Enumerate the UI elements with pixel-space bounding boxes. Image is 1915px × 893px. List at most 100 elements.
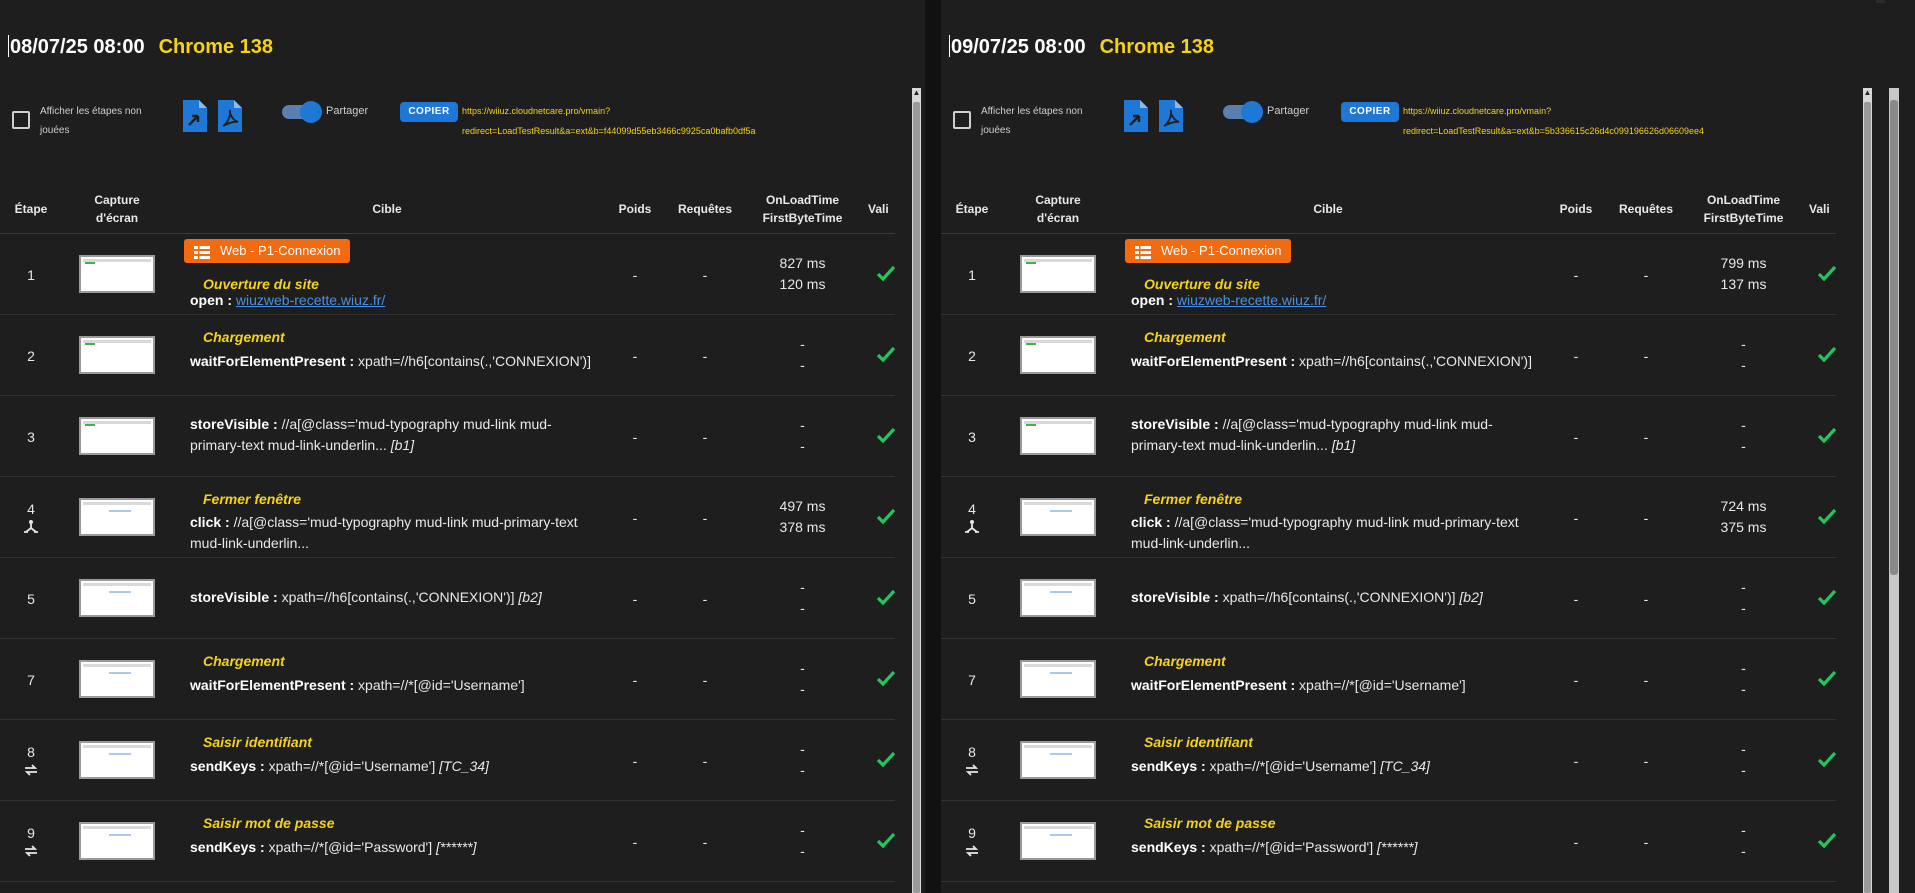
col-screenshot[interactable]: Capture d'écran [1020, 191, 1096, 227]
onload-time: - [800, 741, 805, 757]
step-title: Fermer fenêtre [203, 491, 302, 507]
panel-scrollbar-thumb[interactable] [913, 102, 920, 893]
target-link[interactable]: wiuzweb-recette.wiuz.fr/ [1177, 292, 1326, 308]
copy-button[interactable]: COPIER [400, 102, 458, 122]
screenshot-thumbnail[interactable] [1020, 741, 1096, 779]
col-firstbyte: FirstByteTime [762, 211, 843, 225]
share-toggle-knob[interactable] [1241, 101, 1263, 123]
check-icon [876, 506, 896, 526]
screenshot-thumbnail[interactable] [1020, 417, 1096, 455]
share-toggle[interactable] [282, 101, 322, 123]
table-row[interactable]: 7 Chargement waitForElementPresent : xpat… [0, 639, 896, 720]
thumbnail-content [1026, 343, 1036, 345]
share-url[interactable]: https://wiiuz.cloudnetcare.pro/vmain? re… [1403, 101, 1704, 141]
thumbnail-content [109, 510, 131, 512]
table-row[interactable]: 7 Chargement waitForElementPresent : xpat… [941, 639, 1837, 720]
copy-button[interactable]: COPIER [1341, 102, 1399, 122]
panel-scrollbar[interactable]: ▲ [912, 88, 921, 893]
col-weight[interactable]: Poids [610, 200, 660, 218]
step-command: waitForElementPresent : xpath=//*[@id='U… [190, 675, 600, 696]
col-screenshot[interactable]: Capture d'écran [79, 191, 155, 227]
screenshot-thumbnail[interactable] [1020, 255, 1096, 293]
pdf-icon[interactable] [215, 99, 245, 133]
file-export-icon[interactable] [1121, 99, 1151, 133]
share-toggle[interactable] [1223, 101, 1263, 123]
target-link[interactable]: wiuzweb-recette.wiuz.fr/ [236, 292, 385, 308]
requests-value: - [1643, 591, 1649, 607]
table-row[interactable]: 2 Chargement waitForElementPresent : xpat… [941, 315, 1837, 396]
thumbnail-content [1050, 834, 1072, 836]
scroll-up-arrow-icon[interactable]: ▲ [912, 88, 921, 97]
share-toggle-knob[interactable] [300, 101, 322, 123]
table-row[interactable]: 9 Saisir mot de passe sendKeys : xpath=//… [0, 801, 896, 882]
table-row[interactable]: 5 storeVisible : xpath=//h6[contains(.,'… [941, 558, 1837, 639]
share-url[interactable]: https://wiiuz.cloudnetcare.pro/vmain? re… [462, 101, 755, 141]
page-scrollbar-thumb[interactable] [1890, 100, 1898, 575]
screenshot-thumbnail[interactable] [1020, 822, 1096, 860]
screenshot-thumbnail[interactable] [1020, 579, 1096, 617]
requests-value: - [702, 429, 708, 445]
screenshot-thumbnail[interactable] [79, 498, 155, 536]
table-row[interactable]: 4 Fermer fenêtre click : //a[@class='mud-… [0, 477, 896, 558]
table-row[interactable]: 8 Saisir identifiant sendKeys : xpath=//*… [941, 720, 1837, 801]
test-group-badge[interactable]: Web - P1-Connexion [184, 239, 351, 263]
col-step[interactable]: Étape [0, 200, 62, 218]
screenshot-thumbnail[interactable] [79, 417, 155, 455]
table-row[interactable]: 3 storeVisible : //a[@class='mud-typogra… [941, 396, 1837, 477]
thumbnail-content [85, 343, 95, 345]
table-row[interactable]: 1 Web - P1-Connexion Ouverture du site ope… [0, 234, 896, 315]
col-valid[interactable]: Vali [1809, 200, 1839, 218]
col-requests[interactable]: Requêtes [670, 200, 740, 218]
table-row[interactable]: 8 Saisir identifiant sendKeys : xpath=//*… [0, 720, 896, 801]
test-group-label: Web - P1-Connexion [1161, 243, 1282, 258]
col-target[interactable]: Cible [182, 200, 592, 218]
col-target[interactable]: Cible [1123, 200, 1533, 218]
screenshot-thumbnail[interactable] [1020, 498, 1096, 536]
col-step[interactable]: Étape [941, 200, 1003, 218]
panel-scrollbar-thumb[interactable] [1864, 102, 1871, 893]
show-unplayed-checkbox[interactable] [953, 111, 971, 129]
pdf-icon[interactable] [1156, 99, 1186, 133]
check-icon [1817, 830, 1837, 850]
show-unplayed-checkbox[interactable] [12, 111, 30, 129]
screenshot-thumbnail[interactable] [79, 579, 155, 617]
command-argument: xpath=//h6[contains(.,'CONNEXION')] [1222, 589, 1456, 605]
screenshot-thumbnail[interactable] [79, 822, 155, 860]
col-requests[interactable]: Requêtes [1611, 200, 1681, 218]
scroll-up-arrow-icon[interactable]: ▲ [1863, 88, 1872, 97]
table-row[interactable]: 5 storeVisible : xpath=//h6[contains(.,'… [0, 558, 896, 639]
table-row[interactable]: 9 Saisir mot de passe sendKeys : xpath=//… [941, 801, 1837, 882]
table-row[interactable]: 3 storeVisible : //a[@class='mud-typogra… [0, 396, 896, 477]
screenshot-thumbnail[interactable] [79, 741, 155, 779]
firstbyte-time: - [800, 357, 805, 373]
onload-time: 497 ms [779, 498, 826, 514]
firstbyte-time: - [1741, 681, 1746, 697]
file-export-icon[interactable] [180, 99, 210, 133]
table-row[interactable]: 2 Chargement waitForElementPresent : xpat… [0, 315, 896, 396]
col-weight[interactable]: Poids [1551, 200, 1601, 218]
timing-value: - - [1691, 820, 1796, 862]
step-cell: 1 [0, 234, 62, 314]
step-number: 5 [27, 591, 35, 607]
screenshot-thumbnail[interactable] [1020, 336, 1096, 374]
col-timing[interactable]: OnLoadTime FirstByteTime [1691, 191, 1796, 227]
command-argument: xpath=//h6[contains(.,'CONNEXION')] [281, 589, 515, 605]
requests-value: - [1643, 429, 1649, 445]
thumbnail-content [109, 672, 131, 674]
screenshot-thumbnail[interactable] [79, 255, 155, 293]
page-scrollbar[interactable] [1885, 0, 1915, 893]
thumbnail-bar [83, 583, 151, 586]
command-name: storeVisible : [1131, 416, 1219, 432]
requests-value: - [1643, 348, 1649, 364]
panel-scrollbar[interactable]: ▲ [1863, 88, 1872, 893]
screenshot-thumbnail[interactable] [79, 660, 155, 698]
table-row[interactable]: 1 Web - P1-Connexion Ouverture du site ope… [941, 234, 1837, 315]
screenshot-thumbnail[interactable] [79, 336, 155, 374]
share-label: Partager [1267, 105, 1310, 117]
screenshot-thumbnail[interactable] [1020, 660, 1096, 698]
table-row[interactable]: 4 Fermer fenêtre click : //a[@class='mud-… [941, 477, 1837, 558]
command-name: waitForElementPresent : [1131, 353, 1296, 369]
test-group-badge[interactable]: Web - P1-Connexion [1125, 239, 1292, 263]
col-timing[interactable]: OnLoadTime FirstByteTime [750, 191, 855, 227]
col-valid[interactable]: Vali [868, 200, 898, 218]
